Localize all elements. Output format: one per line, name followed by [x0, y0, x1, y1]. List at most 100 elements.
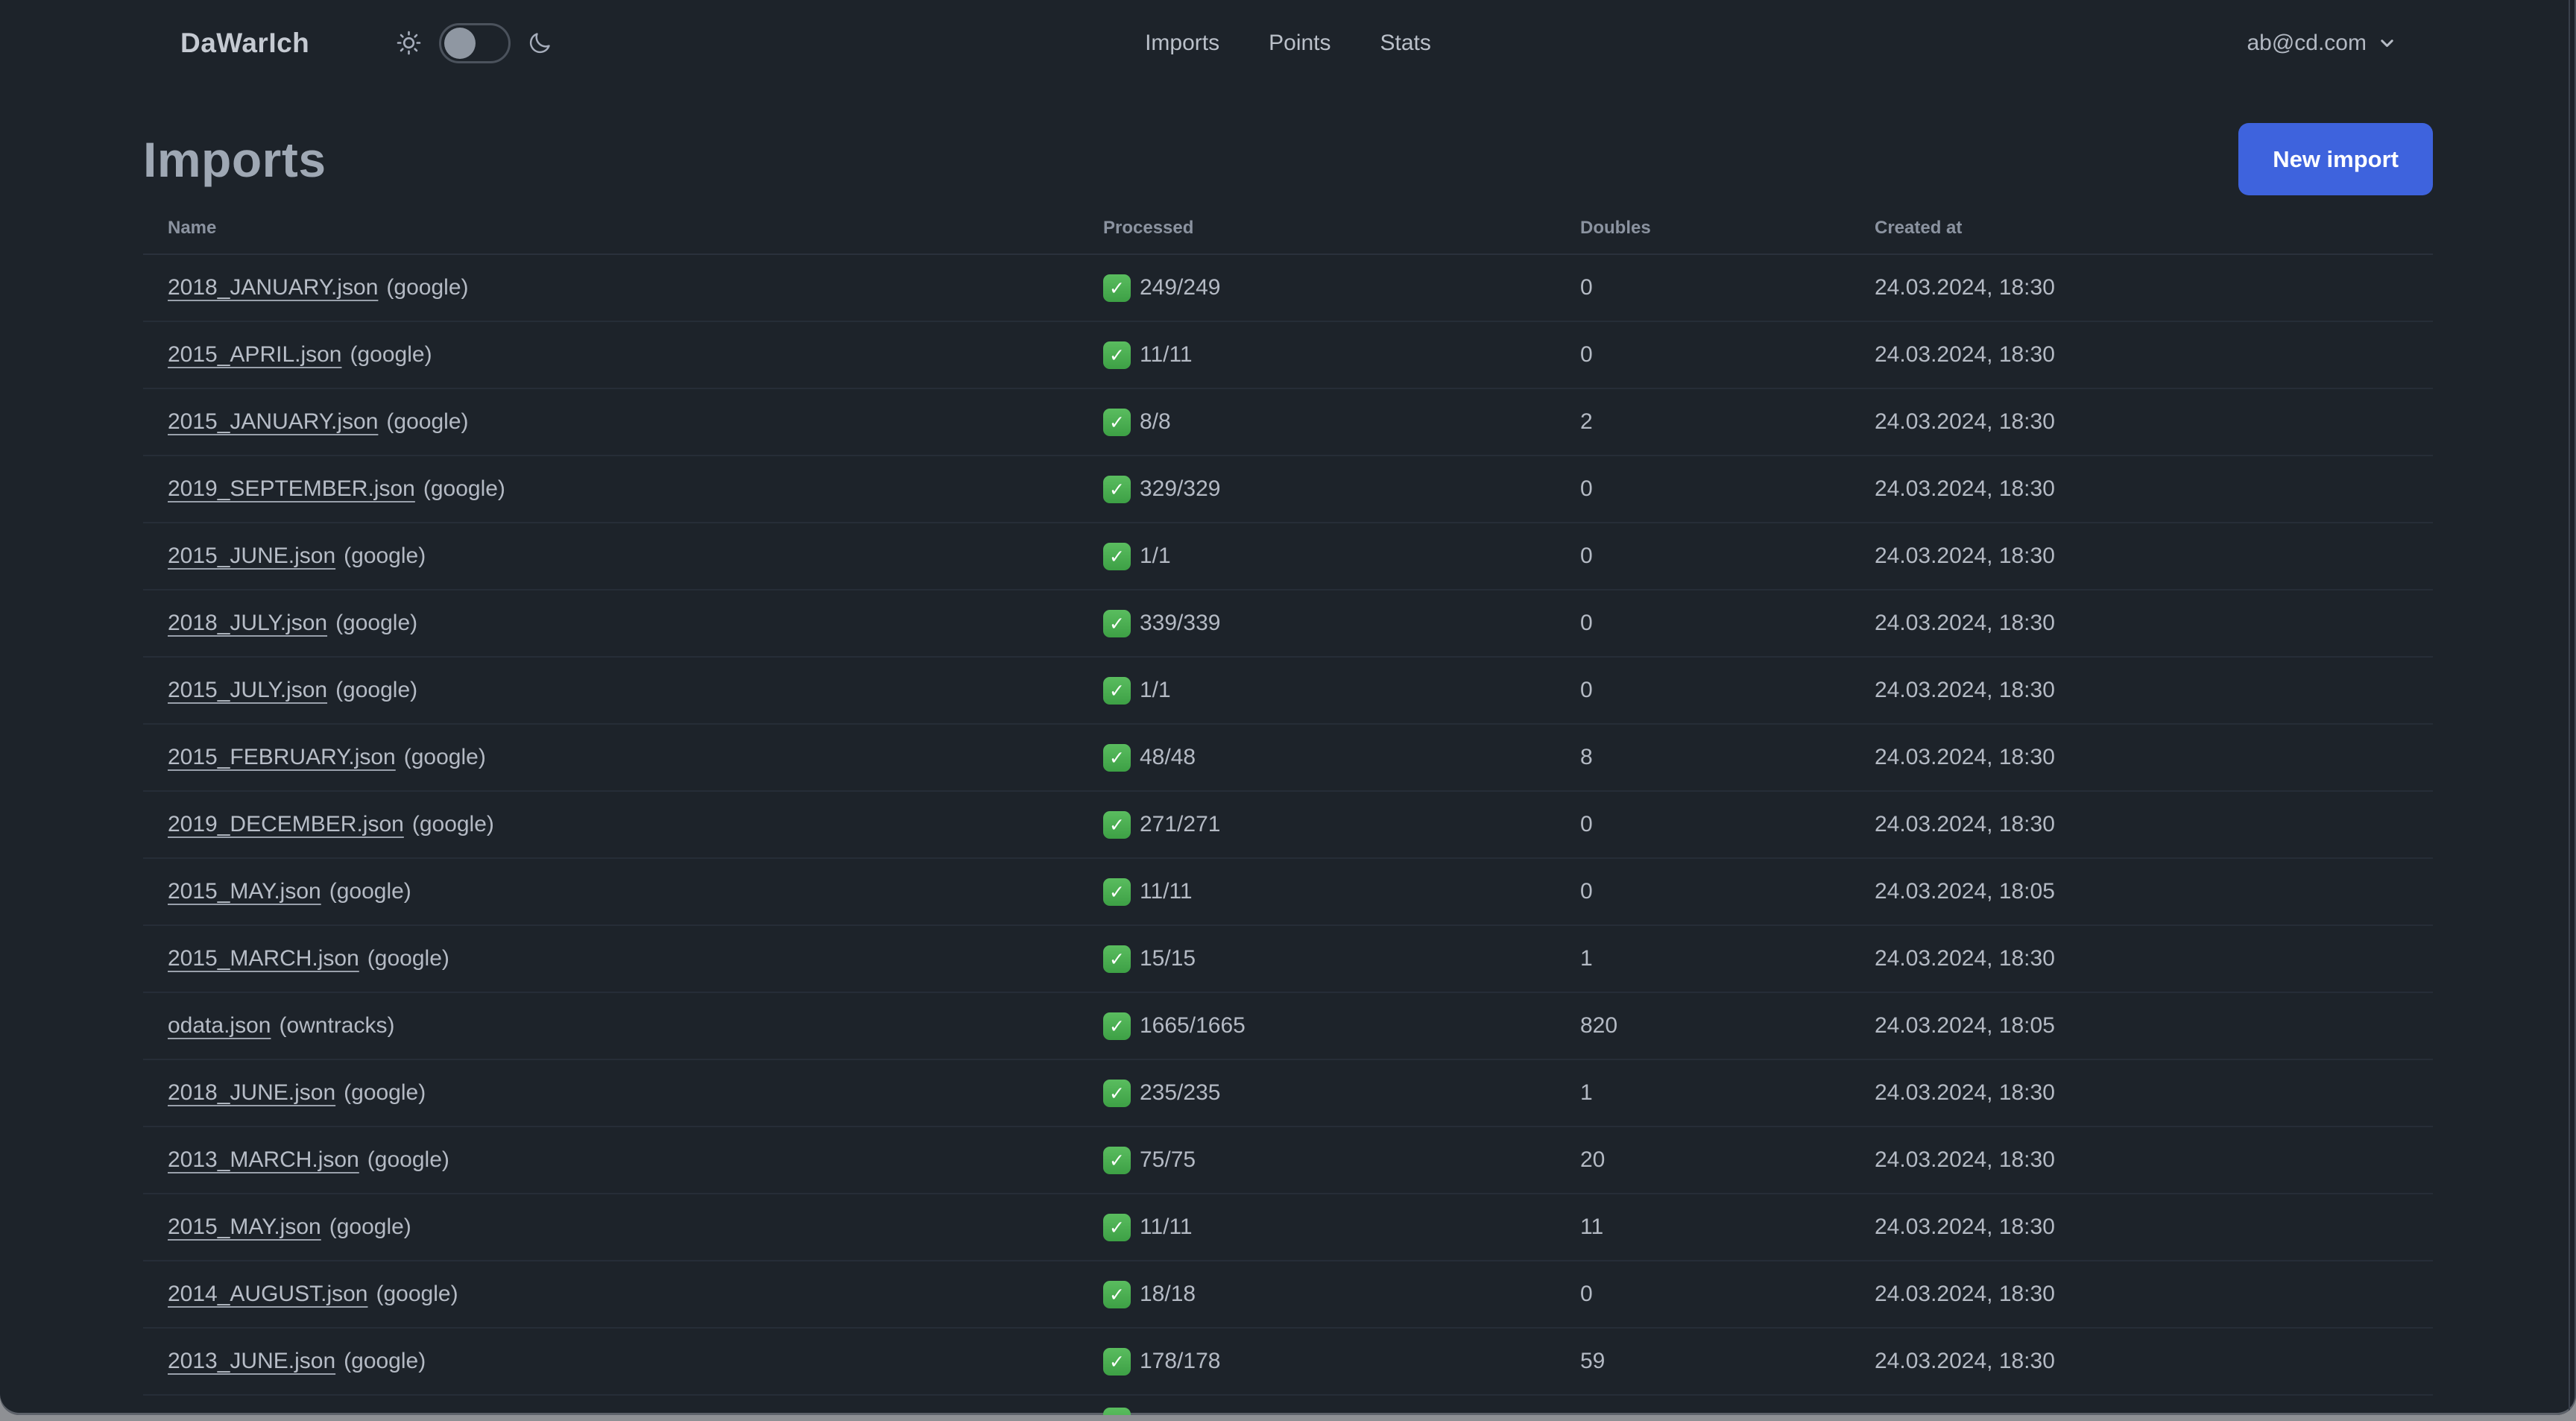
processed-cell: ✓ [1103, 1396, 1580, 1415]
created-at-cell: 24.03.2024, 18:30 [1875, 678, 2055, 702]
created-at-cell: 24.03.2024, 18:30 [1875, 1349, 2055, 1373]
name-cell: 2018_JUNE.json (google) [143, 1080, 1103, 1106]
import-file-link[interactable]: 2015_JULY.json [168, 678, 327, 702]
import-file-link[interactable]: 2013_JUNE.json [168, 1349, 335, 1373]
import-source-label: (google) [335, 611, 418, 635]
name-cell: 2015_MARCH.json (google) [143, 946, 1103, 971]
import-source-label: (google) [344, 543, 426, 568]
name-cell: 2018_JULY.json (google) [143, 611, 1103, 636]
import-file-link[interactable]: 2015_MARCH.json [168, 946, 359, 971]
doubles-cell: 0 [1580, 611, 1593, 635]
created-at-cell: 24.03.2024, 18:30 [1875, 1282, 2055, 1306]
table-row: 2018_JUNE.json (google) ✓ 235/235 1 24.03.202… [143, 1060, 2433, 1127]
nav-link-stats[interactable]: Stats [1380, 31, 1431, 56]
import-source-label: (owntracks) [279, 1013, 395, 1038]
processed-cell: ✓ 1665/1665 [1103, 1012, 1580, 1040]
doubles-cell: 1 [1580, 946, 1593, 971]
table-row: 2019_SEPTEMBER.json (google) ✓ 329/329 0 24.0… [143, 456, 2433, 523]
import-file-link[interactable]: odata.json [168, 1013, 271, 1038]
success-check-icon: ✓ [1103, 1280, 1131, 1308]
nav-link-points[interactable]: Points [1269, 31, 1330, 56]
theme-switch-knob [444, 27, 476, 59]
table-row: 2015_MARCH.json (google) ✓ 15/15 1 24.03.2024… [143, 926, 2433, 993]
imports-table-body: 2018_JANUARY.json (google) ✓ 249/249 0 24.03.… [143, 255, 2433, 1415]
name-cell: 2019_SEPTEMBER.json (google) [143, 476, 1103, 502]
processed-cell: ✓ 1/1 [1103, 676, 1580, 705]
name-cell: 2015_FEBRUARY.json (google) [143, 745, 1103, 770]
name-cell: odata.json (owntracks) [143, 1013, 1103, 1039]
success-check-icon: ✓ [1103, 1347, 1131, 1376]
import-file-link[interactable]: 2015_APRIL.json [168, 342, 342, 367]
success-check-icon: ✓ [1103, 1408, 1131, 1415]
import-file-link[interactable]: 2019_DECEMBER.json [168, 812, 404, 836]
import-source-label: (google) [344, 1349, 426, 1373]
import-source-label: (google) [403, 745, 486, 769]
processed-count: 249/249 [1140, 275, 1221, 300]
name-cell: 2015_JUNE.json (google) [143, 543, 1103, 569]
name-cell: 2013_MARCH.json (google) [143, 1147, 1103, 1173]
page-title: Imports [143, 131, 326, 187]
processed-cell: ✓ 8/8 [1103, 408, 1580, 436]
name-cell: 2015_JANUARY.json (google) [143, 409, 1103, 435]
import-source-label: (google) [344, 1080, 426, 1105]
name-cell: 2018_JANUARY.json (google) [143, 275, 1103, 300]
import-file-link[interactable]: 2019_SEPTEMBER.json [168, 476, 415, 501]
name-cell: 2014_AUGUST.json (google) [143, 1282, 1103, 1307]
nav-link-imports[interactable]: Imports [1145, 31, 1219, 56]
app-logo[interactable]: DaWarIch [180, 28, 309, 59]
processed-cell: ✓ 339/339 [1103, 609, 1580, 637]
name-cell: 2015_MAY.json (google) [143, 1214, 1103, 1240]
processed-cell: ✓ 11/11 [1103, 341, 1580, 369]
import-file-link[interactable]: 2013_MARCH.json [168, 1147, 359, 1172]
success-check-icon: ✓ [1103, 1146, 1131, 1174]
success-check-icon: ✓ [1103, 341, 1131, 369]
import-file-link[interactable]: 2018_JULY.json [168, 611, 327, 635]
processed-count: 48/48 [1140, 745, 1196, 769]
table-row: 2015_MAY.json (google) ✓ 11/11 11 24.03.2024,… [143, 1194, 2433, 1261]
import-file-link[interactable]: 2014_AUGUST.json [168, 1282, 367, 1306]
import-file-link[interactable]: 2015_JANUARY.json [168, 409, 378, 434]
table-row: 2015_JANUARY.json (google) ✓ 8/8 2 24.03.2024… [143, 389, 2433, 456]
table-row: 2018_JANUARY.json (google) ✓ 249/249 0 24.03.… [143, 255, 2433, 322]
table-row: 2013_JUNE.json (google) ✓ 178/178 59 24.03.20… [143, 1329, 2433, 1396]
success-check-icon: ✓ [1103, 542, 1131, 570]
user-menu[interactable]: ab@cd.com [2247, 31, 2397, 56]
table-row: 2015_FEBRUARY.json (google) ✓ 48/48 8 24.03.2… [143, 725, 2433, 792]
table-row: 2019_DECEMBER.json (google) ✓ 271/271 0 24.03… [143, 792, 2433, 859]
doubles-cell: 0 [1580, 543, 1593, 568]
page-header: Imports New import [143, 123, 2433, 195]
name-cell: 2013_JUNE.json (google) [143, 1349, 1103, 1374]
import-file-link[interactable]: 2015_JUNE.json [168, 543, 335, 568]
import-file-link[interactable]: 2015_MAY.json [168, 1214, 321, 1239]
import-file-link[interactable]: 2018_JUNE.json [168, 1080, 335, 1105]
import-file-link[interactable]: 2015_FEBRUARY.json [168, 745, 396, 769]
name-cell: 2015_MAY.json (google) [143, 879, 1103, 904]
import-source-label: (google) [411, 812, 494, 836]
name-cell: 2019_DECEMBER.json (google) [143, 812, 1103, 837]
table-row: 2014_AUGUST.json (google) ✓ 18/18 0 24.03.202… [143, 1261, 2433, 1329]
imports-page: Imports New import Name Processed Double… [143, 123, 2433, 1415]
doubles-cell: 820 [1580, 1013, 1618, 1038]
created-at-cell: 24.03.2024, 18:30 [1875, 476, 2055, 501]
theme-toggle[interactable] [395, 22, 553, 63]
processed-cell: ✓ 235/235 [1103, 1079, 1580, 1107]
new-import-button[interactable]: New import [2238, 123, 2433, 195]
doubles-cell: 1 [1580, 1080, 1593, 1105]
user-email: ab@cd.com [2247, 30, 2367, 55]
table-row: odata.json (owntracks) ✓ 1665/1665 820 24.03.… [143, 993, 2433, 1060]
column-header-created-at: Created at [1875, 218, 1963, 238]
created-at-cell: 24.03.2024, 18:30 [1875, 812, 2055, 836]
import-source-label: (google) [367, 946, 449, 971]
created-at-cell: 24.03.2024, 18:30 [1875, 409, 2055, 434]
sun-icon [395, 29, 423, 57]
import-source-label: (google) [329, 879, 411, 904]
import-source-label: (google) [386, 409, 469, 434]
import-file-link[interactable]: 2018_JANUARY.json [168, 275, 378, 300]
doubles-cell: 0 [1580, 1282, 1593, 1306]
table-row: 2015_MAY.json (google) ✓ 11/11 0 24.03.2024, … [143, 859, 2433, 926]
theme-switch[interactable] [439, 22, 511, 63]
import-source-label: (google) [329, 1214, 411, 1239]
import-file-link[interactable]: 2015_MAY.json [168, 879, 321, 904]
navbar: DaWarIch Imports Points Stats ab@cd.com [0, 0, 2576, 86]
processed-cell: ✓ 329/329 [1103, 475, 1580, 503]
